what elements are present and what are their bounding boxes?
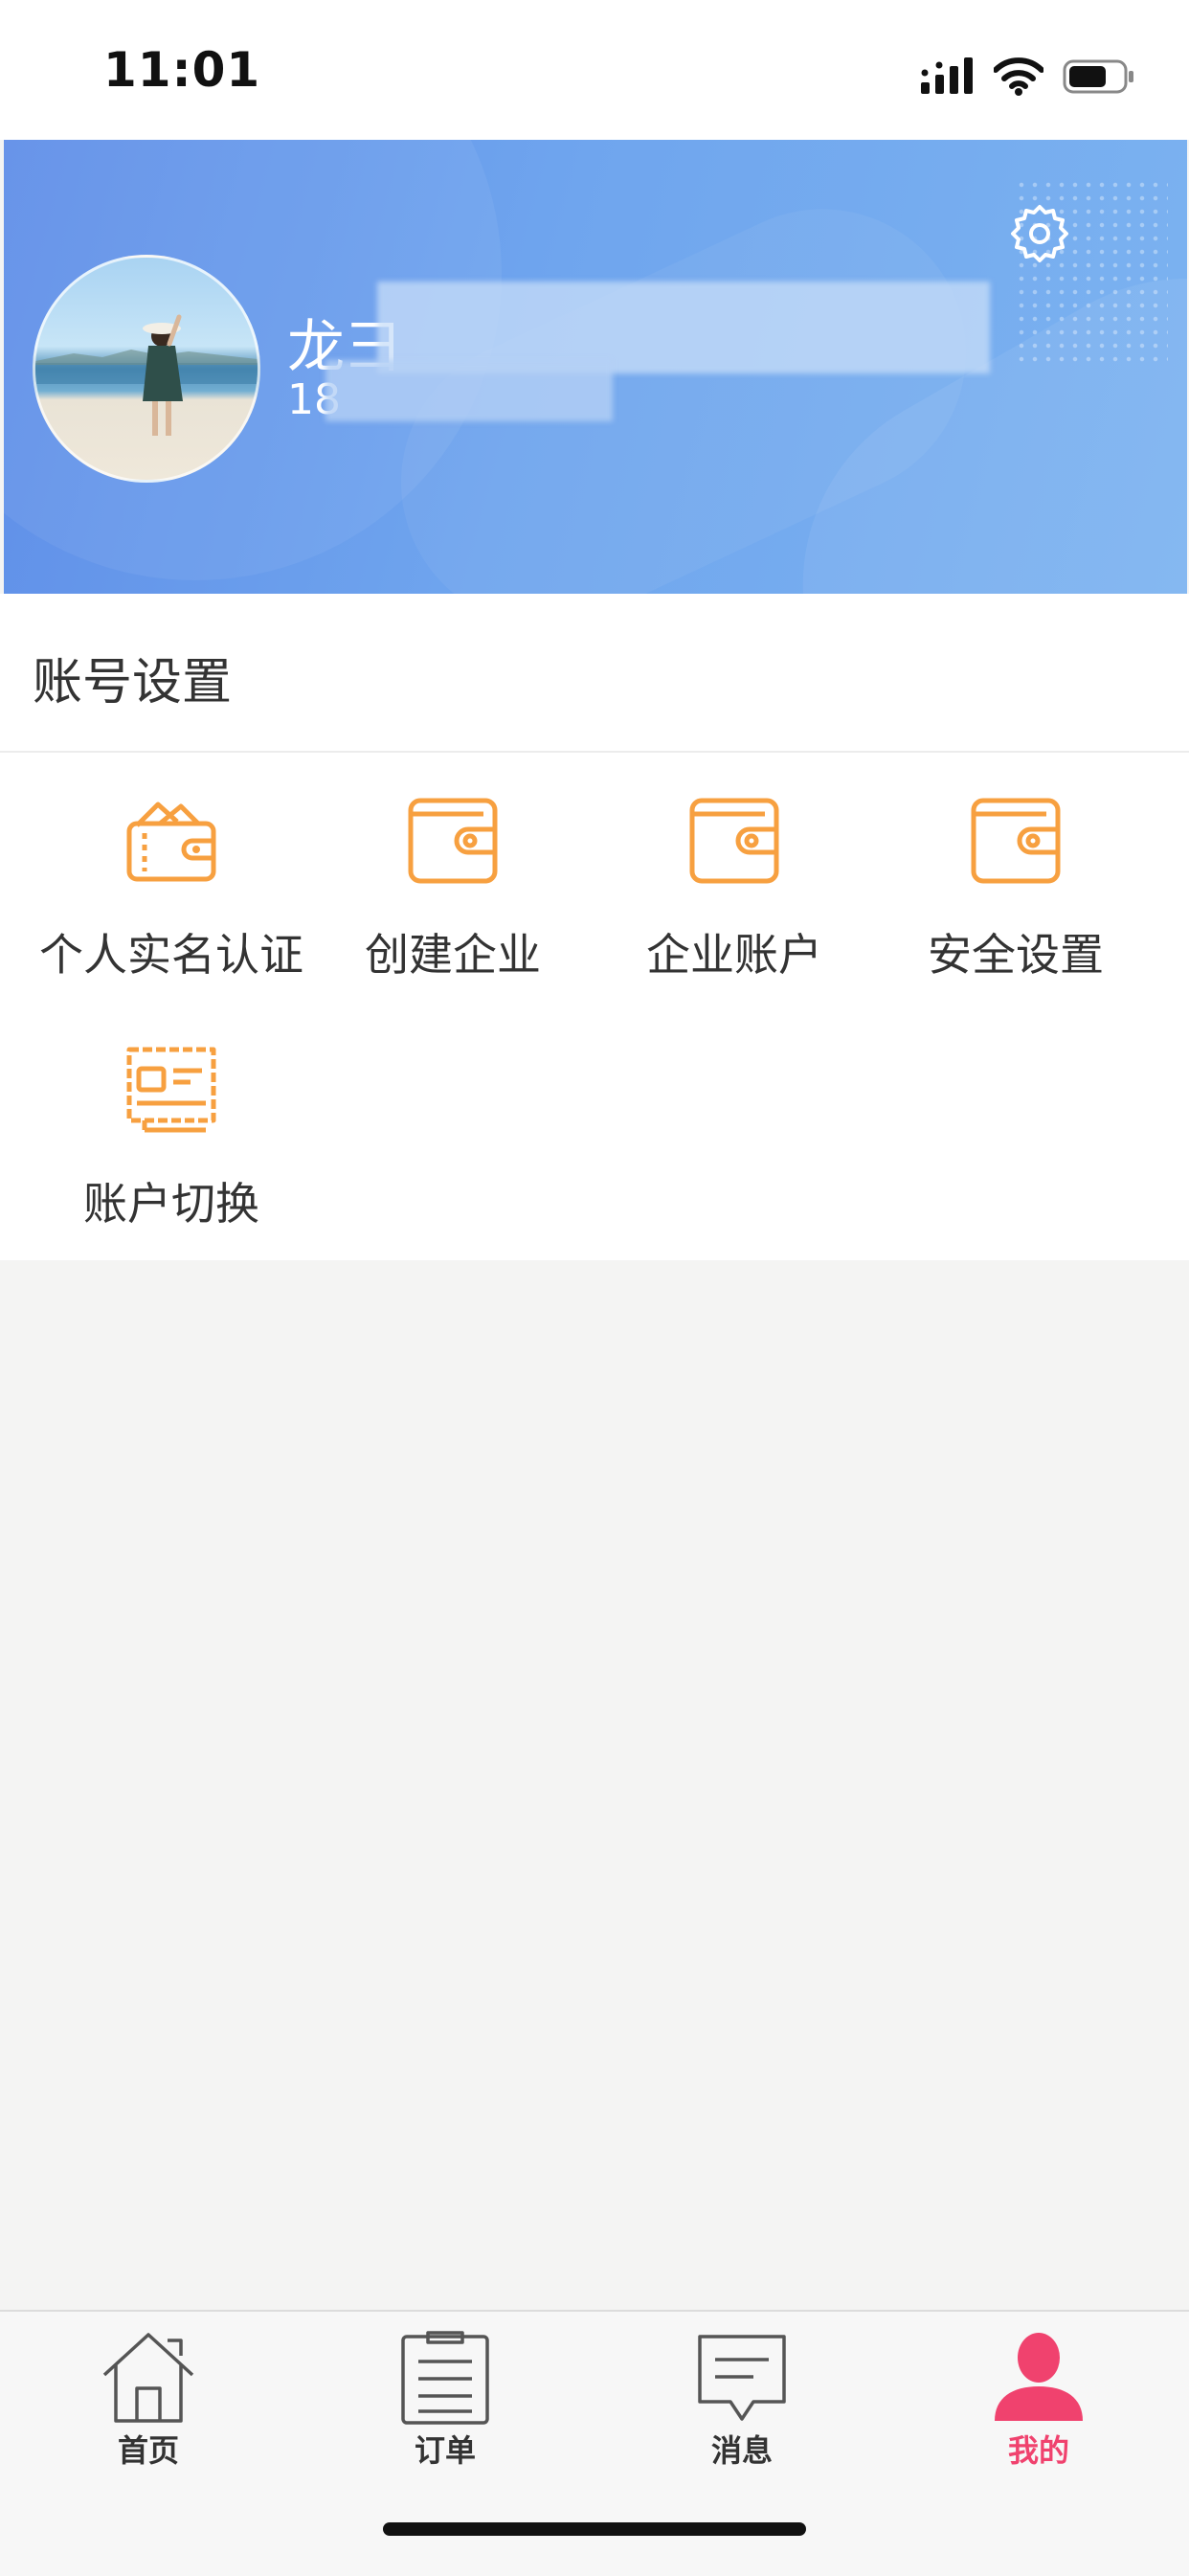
tab-bar: 首页 订单 消息 我的 xyxy=(0,2310,1189,2576)
wallet-icon xyxy=(408,798,498,884)
tab-label: 消息 xyxy=(710,2432,773,2469)
tab-mine[interactable]: 我的 xyxy=(890,2319,1187,2482)
user-icon xyxy=(995,2333,1083,2421)
avatar-photo xyxy=(35,314,258,436)
settings-grid: 个人实名认证 创建企业 企业账户 安全设置 账户切换 xyxy=(0,753,1189,1260)
grid-item-real-name-auth[interactable]: 个人实名认证 xyxy=(31,762,312,983)
grid-item-switch-account[interactable]: 账户切换 xyxy=(31,1011,312,1232)
signal-icon xyxy=(921,57,973,94)
wallet-icon xyxy=(971,798,1061,884)
message-icon xyxy=(698,2335,786,2421)
status-icons xyxy=(921,50,1135,103)
id-card-icon xyxy=(126,1047,216,1133)
grid-item-create-enterprise[interactable]: 创建企业 xyxy=(312,762,594,983)
status-bar: 11:01 xyxy=(0,0,1189,140)
wallet-cards-icon xyxy=(126,802,216,882)
section-title: 账号设置 xyxy=(33,654,233,712)
avatar[interactable] xyxy=(33,255,260,483)
profile-header: 龙⺕ 18 xyxy=(4,140,1187,594)
grid-item-label: 企业账户 xyxy=(646,929,822,981)
grid-item-label: 安全设置 xyxy=(928,929,1104,981)
wallet-icon xyxy=(689,798,779,884)
grid-item-enterprise-account[interactable]: 企业账户 xyxy=(594,762,875,983)
grid-item-label: 账户切换 xyxy=(83,1178,259,1230)
grid-item-security-settings[interactable]: 安全设置 xyxy=(875,762,1156,983)
tab-label: 首页 xyxy=(117,2432,179,2469)
grid-item-label: 创建企业 xyxy=(365,929,541,981)
home-indicator[interactable] xyxy=(383,2522,806,2536)
battery-icon xyxy=(1063,59,1133,94)
tab-messages[interactable]: 消息 xyxy=(594,2319,890,2482)
clipboard-icon xyxy=(401,2331,489,2425)
home-icon xyxy=(102,2333,194,2423)
account-settings-header: 账号设置 xyxy=(0,594,1189,753)
redacted-area xyxy=(325,360,613,421)
tab-orders[interactable]: 订单 xyxy=(297,2319,594,2482)
settings-gear-icon[interactable] xyxy=(1009,203,1070,264)
tab-home[interactable]: 首页 xyxy=(0,2319,297,2482)
status-time: 11:01 xyxy=(103,42,261,98)
grid-item-label: 个人实名认证 xyxy=(39,929,303,981)
tab-label: 订单 xyxy=(414,2432,476,2469)
wifi-icon xyxy=(994,57,1043,96)
tab-label: 我的 xyxy=(1007,2432,1069,2469)
